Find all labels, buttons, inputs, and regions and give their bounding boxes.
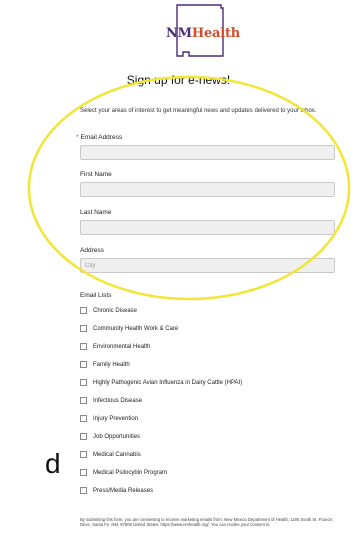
email-lists-heading: Email Lists [80, 292, 112, 299]
option-label: Job Opportunities [93, 433, 141, 440]
checkbox[interactable] [80, 487, 87, 494]
checkbox[interactable] [80, 415, 87, 422]
email-list-option[interactable]: Family Health [80, 359, 130, 370]
checkbox[interactable] [80, 325, 87, 332]
checkbox[interactable] [80, 469, 87, 476]
form-intro: Select your areas of interest to get mea… [80, 108, 317, 114]
email-list-option[interactable]: Injury Prevention [80, 413, 138, 424]
email-label-text: Email Address [80, 134, 123, 141]
option-label: Press/Media Releases [93, 487, 154, 494]
option-label: Injury Prevention [93, 415, 139, 422]
email-field[interactable] [80, 145, 335, 160]
email-list-option[interactable]: Job Opportunities [80, 431, 140, 442]
option-label: Environmental Health [93, 343, 151, 350]
option-label: Infectious Disease [93, 397, 143, 404]
option-label: Highly Pathogenic Avian Influenza in Dai… [93, 379, 243, 386]
consent-disclaimer: By submitting this form, you are consent… [80, 517, 333, 527]
logo: NMHealth [0, 0, 357, 58]
email-list-option[interactable]: Medical Cannabis [80, 449, 141, 460]
option-label: Medical Psilocybin Program [93, 469, 168, 476]
option-label: Community Health Work & Care [93, 325, 179, 332]
email-list-option[interactable]: Medical Psilocybin Program [80, 467, 167, 478]
first-name-field[interactable] [80, 182, 335, 197]
email-list-option[interactable]: Chronic Disease [80, 305, 137, 316]
city-field[interactable] [80, 258, 335, 273]
checkbox[interactable] [80, 451, 87, 458]
email-label: * Email Address [76, 134, 122, 141]
logo-text: NMHealth [166, 26, 240, 41]
overlay-letter: d [45, 448, 61, 479]
option-label: Chronic Disease [93, 307, 138, 314]
checkbox[interactable] [80, 307, 87, 314]
email-list-option[interactable]: Infectious Disease [80, 395, 142, 406]
checkbox[interactable] [80, 343, 87, 350]
email-list-option[interactable]: Environmental Health [80, 341, 150, 352]
address-label: Address [80, 247, 104, 254]
last-name-field[interactable] [80, 220, 335, 235]
checkbox[interactable] [80, 361, 87, 368]
first-name-label: First Name [80, 171, 112, 178]
email-list-option[interactable]: Community Health Work & Care [80, 323, 178, 334]
logo-text-nm: NM [166, 26, 192, 41]
checkbox[interactable] [80, 433, 87, 440]
checkbox[interactable] [80, 397, 87, 404]
logo-text-health: Health [191, 26, 241, 41]
form-title: Sign up for e-news! [126, 73, 231, 87]
email-list-option[interactable]: Press/Media Releases [80, 485, 153, 496]
last-name-label: Last Name [80, 209, 112, 216]
option-label: Medical Cannabis [93, 451, 141, 458]
option-label: Family Health [93, 361, 130, 368]
required-asterisk: * [76, 134, 79, 141]
checkbox[interactable] [80, 379, 87, 386]
email-list-option[interactable]: Highly Pathogenic Avian Influenza in Dai… [80, 377, 242, 388]
